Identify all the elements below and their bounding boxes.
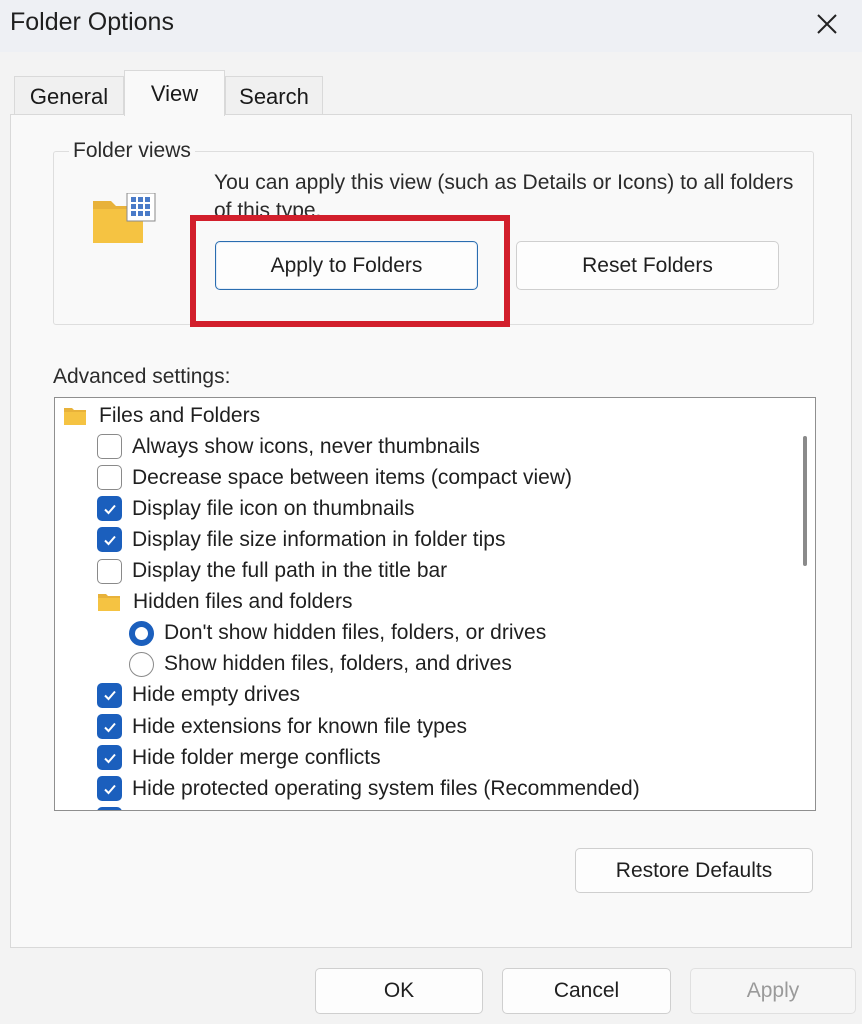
tree-item-label: Hide extensions for known file types <box>132 714 468 738</box>
checkbox-unchecked[interactable] <box>97 558 122 584</box>
cancel-button[interactable]: Cancel <box>502 968 671 1014</box>
cancel-label: Cancel <box>553 979 620 1002</box>
checkbox-checked[interactable] <box>97 527 122 553</box>
tree-checkbox-item[interactable]: Hide protected operating system files (R… <box>55 773 640 804</box>
folder-icon <box>98 594 120 612</box>
tree-checkbox-item[interactable]: Display the full path in the title bar <box>55 556 447 587</box>
checkmark-icon <box>103 722 116 732</box>
title-bar: Folder Options <box>0 0 862 52</box>
folder-views-description: You can apply this view (such as Details… <box>214 171 794 217</box>
tree-checkbox-item[interactable]: Display file size information in folder … <box>55 524 506 555</box>
folder-views-label: Folder views <box>69 139 195 163</box>
dialog-footer: OK Cancel Apply <box>0 948 862 1024</box>
tree-item-label: Files and Folders <box>99 403 261 427</box>
checkbox-checked[interactable] <box>97 682 122 708</box>
tree-folder-item: Files and Folders <box>55 400 260 431</box>
checkbox-checked[interactable] <box>97 745 122 771</box>
checkbox-unchecked[interactable] <box>97 434 122 460</box>
tree-checkbox-item[interactable]: Display file icon on thumbnails <box>55 493 414 524</box>
tab-search[interactable]: Search <box>225 76 323 116</box>
view-tab-panel: Folder views You can apply this view (su… <box>10 114 852 948</box>
folder-icon <box>64 407 86 425</box>
radio-unselected[interactable] <box>129 651 154 677</box>
checkbox-unchecked[interactable] <box>97 465 122 491</box>
window-title: Folder Options <box>10 8 174 36</box>
advanced-settings-tree[interactable]: Files and Folders Always show icons, neve… <box>54 397 816 811</box>
checkmark-icon <box>103 784 116 795</box>
checkmark-icon <box>103 691 116 701</box>
tree-item-label: Hide folder merge conflicts <box>132 745 381 769</box>
tree-checkbox-item[interactable]: Always show icons, never thumbnails <box>55 431 480 462</box>
advanced-settings-label: Advanced settings: <box>53 365 231 388</box>
apply-label: Apply <box>746 979 800 1002</box>
tree-item-label: Hide protected operating system files (R… <box>132 776 640 800</box>
folder-view-icon <box>93 193 156 243</box>
checkmark-icon <box>103 504 116 515</box>
ok-label: OK <box>383 979 415 1002</box>
tree-item-label: Always show icons, never thumbnails <box>132 434 480 458</box>
tab-search-label: Search <box>239 83 309 109</box>
checkbox-checked[interactable] <box>97 807 122 810</box>
scrollbar-thumb[interactable] <box>803 436 807 566</box>
checkbox-checked[interactable] <box>97 776 122 802</box>
tab-view-label: View <box>150 80 199 106</box>
checkmark-icon <box>103 753 116 764</box>
tree-item-label: Hidden files and folders <box>133 590 353 614</box>
tree-checkbox-item[interactable]: Hide folder merge conflicts <box>55 742 381 773</box>
apply-button[interactable]: Apply <box>690 968 856 1014</box>
radio-selected[interactable] <box>129 620 154 646</box>
highlight-box <box>190 215 510 327</box>
ok-button[interactable]: OK <box>315 968 483 1014</box>
close-icon <box>817 14 837 34</box>
reset-folders-button[interactable]: Reset Folders <box>516 241 779 290</box>
tree-checkbox-item[interactable]: Hide extensions for known file types <box>55 711 467 742</box>
tree-checkbox-item[interactable]: Decrease space between items (compact vi… <box>55 462 572 493</box>
tree-item-label: Decrease space between items (compact vi… <box>132 465 573 489</box>
tree-checkbox-item[interactable]: Hide empty drives <box>55 680 300 711</box>
tree-radio-item[interactable]: Show hidden files, folders, and drives <box>55 649 512 680</box>
tab-general[interactable]: General <box>14 76 124 116</box>
close-button[interactable] <box>792 0 862 48</box>
tree-item-label: Display the full path in the title bar <box>132 559 448 582</box>
reset-folders-label: Reset Folders <box>582 253 713 277</box>
tree-radio-item[interactable]: Don't show hidden files, folders, or dri… <box>55 618 546 649</box>
restore-defaults-label: Restore Defaults <box>615 858 773 882</box>
checkmark-icon <box>103 535 116 546</box>
restore-defaults-button[interactable]: Restore Defaults <box>575 848 813 893</box>
tree-scrollbar[interactable] <box>795 398 815 810</box>
checkbox-checked[interactable] <box>97 714 122 739</box>
tree-item-label: Don't show hidden files, folders, or dri… <box>164 621 547 645</box>
checkbox-checked[interactable] <box>97 496 122 522</box>
tab-general-label: General <box>29 83 109 109</box>
tree-checkbox-item[interactable] <box>55 804 132 810</box>
tab-view[interactable]: View <box>124 70 225 116</box>
tree-item-label: Hide empty drives <box>132 683 301 707</box>
tree-item-label: Show hidden files, folders, and drives <box>164 652 512 676</box>
tree-folder-item: Hidden files and folders <box>55 587 352 618</box>
tree-item-label: Display file size information in folder … <box>132 527 506 551</box>
tree-item-label: Display file icon on thumbnails <box>132 496 415 520</box>
